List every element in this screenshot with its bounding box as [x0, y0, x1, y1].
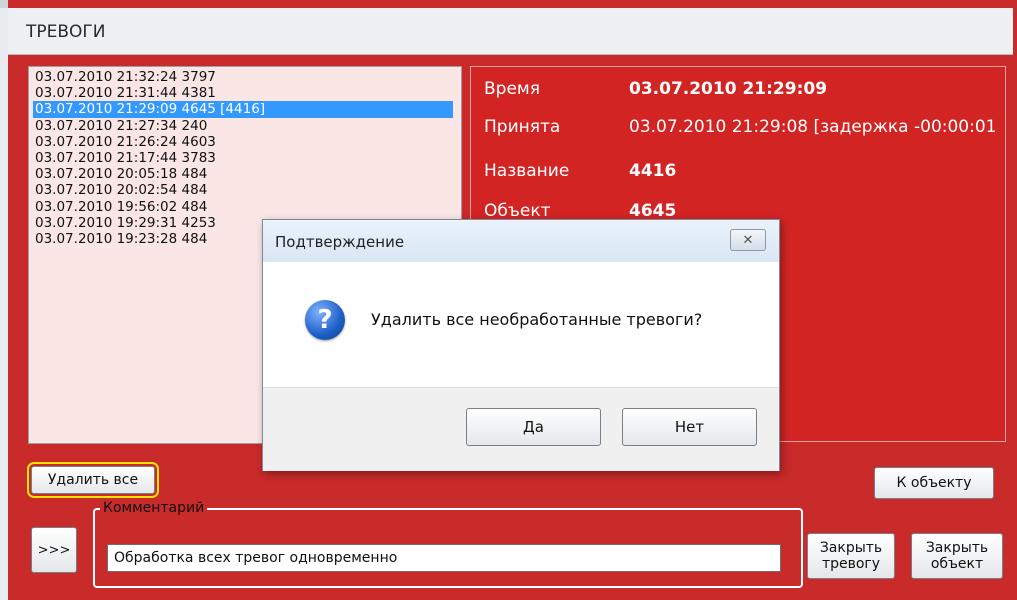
alarm-list-item[interactable]: 03.07.2010 19:56:02 484 — [35, 199, 461, 215]
object-value: 4645 — [629, 201, 677, 221]
question-icon: ? — [305, 300, 345, 340]
alarm-list-item[interactable]: 03.07.2010 21:27:34 240 — [35, 118, 461, 134]
object-label: Объект — [484, 201, 551, 221]
name-value: 4416 — [629, 161, 677, 181]
alarm-list-item[interactable]: 03.07.2010 21:31:44 4381 — [35, 85, 461, 101]
received-label: Принята — [484, 117, 561, 137]
close-icon[interactable]: ✕ — [730, 229, 766, 251]
comment-input[interactable]: Обработка всех тревог одновременно — [107, 544, 781, 572]
alarm-list-item[interactable]: 03.07.2010 20:05:18 484 — [35, 166, 461, 182]
alarm-list-item-selected[interactable]: 03.07.2010 21:29:09 4645 [4416] — [33, 101, 453, 118]
alarm-list-item[interactable]: 03.07.2010 20:02:54 484 — [35, 182, 461, 198]
comment-label: Комментарий — [100, 500, 208, 516]
expand-button[interactable]: >>> — [31, 527, 77, 573]
time-value: 03.07.2010 21:29:09 — [629, 79, 828, 99]
received-value: 03.07.2010 21:29:08 [задержка -00:00:01 — [629, 117, 997, 137]
yes-button[interactable]: Да — [466, 408, 601, 446]
delete-all-button[interactable]: Удалить все — [27, 462, 159, 498]
name-label: Название — [484, 161, 570, 181]
close-object-button[interactable]: Закрыть объект — [911, 533, 1003, 579]
time-label: Время — [484, 79, 540, 99]
alarm-list-item[interactable]: 03.07.2010 21:32:24 3797 — [35, 69, 461, 85]
dialog-body: ? Удалить все необработанные тревоги? — [263, 262, 779, 387]
to-object-button[interactable]: К объекту — [874, 467, 994, 499]
dialog-title: Подтверждение — [275, 233, 405, 251]
window-title: ТРЕВОГИ — [26, 22, 106, 42]
window-titlebar: ТРЕВОГИ — [8, 8, 1013, 55]
dialog-footer: Да Нет — [263, 387, 779, 471]
alarm-list-item[interactable]: 03.07.2010 21:17:44 3783 — [35, 150, 461, 166]
dialog-message: Удалить все необработанные тревоги? — [371, 310, 703, 329]
close-alarm-button[interactable]: Закрыть тревогу — [807, 533, 895, 579]
dialog-titlebar: Подтверждение ✕ — [263, 220, 779, 262]
no-button[interactable]: Нет — [622, 408, 757, 446]
confirmation-dialog: Подтверждение ✕ ? Удалить все необработа… — [262, 219, 780, 471]
alarm-list-item[interactable]: 03.07.2010 21:26:24 4603 — [35, 134, 461, 150]
